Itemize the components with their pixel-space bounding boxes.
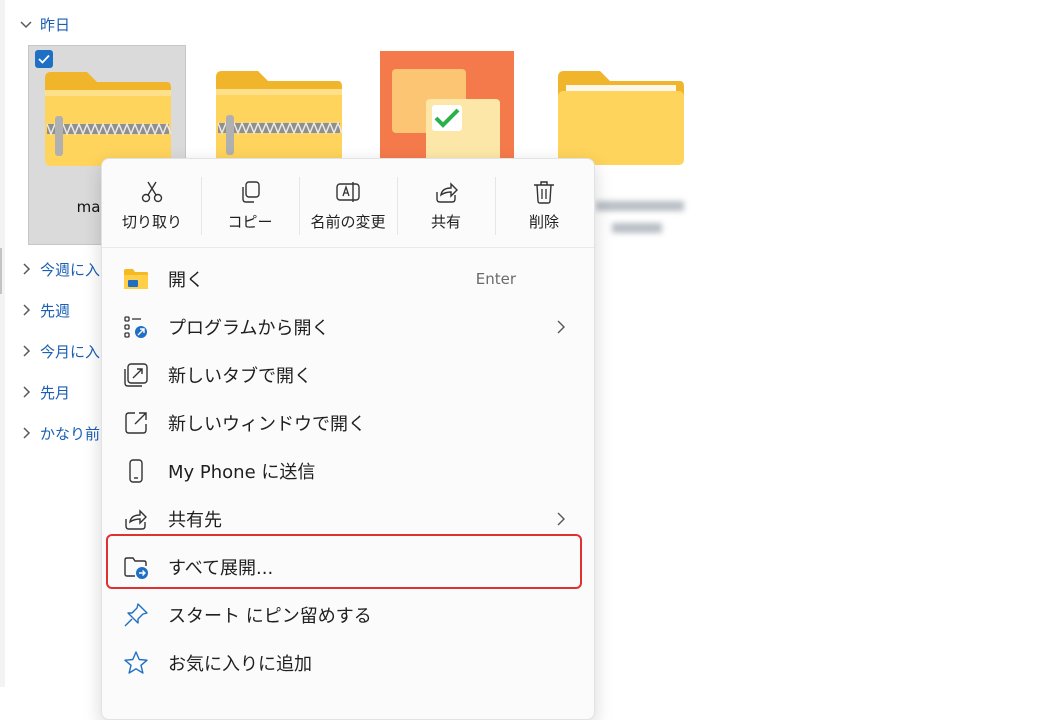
group-label: 昨日: [40, 15, 71, 34]
menu-item-open-with[interactable]: プログラムから開く: [108, 305, 586, 349]
new-window-icon: [122, 409, 150, 437]
group-header-last-month[interactable]: 先月: [18, 381, 70, 403]
folder-open-icon: [122, 265, 150, 293]
menu-item-label: 新しいウィンドウで開く: [168, 414, 366, 435]
menu-item-label: 共有先: [168, 510, 222, 531]
rename-label: 名前の変更: [310, 213, 386, 231]
chevron-right-icon: [23, 345, 31, 357]
group-header-last-week[interactable]: 先週: [18, 299, 70, 321]
chevron-right-icon: [23, 263, 31, 275]
group-header-yesterday[interactable]: 昨日: [18, 13, 70, 35]
chevron-right-icon: [23, 304, 31, 316]
star-icon: [122, 649, 150, 677]
menu-item-open-new-window[interactable]: 新しいウィンドウで開く: [108, 401, 586, 445]
zip-folder-icon: [45, 72, 172, 166]
cut-label: 切り取り: [121, 213, 182, 231]
menu-item-label: 新しいタブで開く: [168, 366, 312, 387]
group-label: 今月に入: [40, 342, 101, 361]
context-menu: 切り取り コピー 名前の変更 共有 削除 開く Enter プログラムから開く …: [101, 158, 595, 720]
chevron-right-icon: [557, 320, 565, 334]
copy-label: コピー: [227, 213, 273, 231]
folder-icon: [558, 71, 684, 165]
new-tab-icon: [122, 361, 150, 389]
menu-item-pin-start[interactable]: スタート にピン留めする: [108, 593, 586, 637]
chevron-right-icon: [23, 386, 31, 398]
menu-item-send-to-phone[interactable]: My Phone に送信: [108, 449, 586, 493]
copy-button[interactable]: コピー: [202, 173, 298, 239]
menu-item-open[interactable]: 開く Enter: [108, 257, 586, 301]
scissors-icon: [141, 181, 163, 203]
group-label: 先週: [40, 301, 71, 320]
menu-item-label: プログラムから開く: [168, 318, 330, 339]
image-thumbnail: [380, 51, 514, 163]
share-icon: [436, 182, 458, 203]
rename-icon: [336, 182, 360, 202]
menu-item-add-favorites[interactable]: お気に入りに追加: [108, 641, 586, 685]
trash-icon: [534, 181, 554, 204]
menu-item-label: スタート にピン留めする: [168, 606, 372, 627]
chevron-down-icon: [20, 21, 32, 29]
group-header-this-month[interactable]: 今月に入: [18, 340, 100, 362]
group-header-this-week[interactable]: 今週に入: [18, 258, 100, 280]
chevron-right-icon: [23, 427, 31, 439]
menu-item-label: お気に入りに追加: [168, 654, 312, 675]
rename-button[interactable]: 名前の変更: [300, 173, 396, 239]
group-header-long-ago[interactable]: かなり前: [18, 422, 100, 444]
menu-item-label: My Phone に送信: [168, 462, 316, 483]
share-button[interactable]: 共有: [398, 173, 494, 239]
share-label: 共有: [430, 213, 461, 231]
phone-icon: [122, 457, 150, 485]
group-label: 今週に入: [40, 260, 101, 279]
zip-folder-icon: [216, 71, 343, 165]
chevron-right-icon: [557, 512, 565, 526]
shortcut-hint: Enter: [475, 270, 516, 288]
pin-icon: [122, 601, 150, 629]
copy-icon: [242, 181, 260, 203]
left-pane-edge: [0, 0, 5, 687]
share-to-icon: [122, 505, 150, 533]
cut-button[interactable]: 切り取り: [104, 173, 200, 239]
delete-button[interactable]: 削除: [496, 173, 592, 239]
group-label: かなり前: [40, 424, 101, 443]
group-label: 先月: [40, 383, 71, 402]
context-toolbar: 切り取り コピー 名前の変更 共有 削除: [102, 159, 594, 248]
annotation-highlight-box: [106, 534, 582, 589]
open-with-icon: [122, 313, 150, 341]
menu-item-open-new-tab[interactable]: 新しいタブで開く: [108, 353, 586, 397]
menu-item-label: 開く: [168, 270, 204, 291]
blurred-filename: [592, 195, 688, 241]
delete-label: 削除: [528, 213, 559, 231]
scroll-indicator[interactable]: [0, 248, 2, 294]
